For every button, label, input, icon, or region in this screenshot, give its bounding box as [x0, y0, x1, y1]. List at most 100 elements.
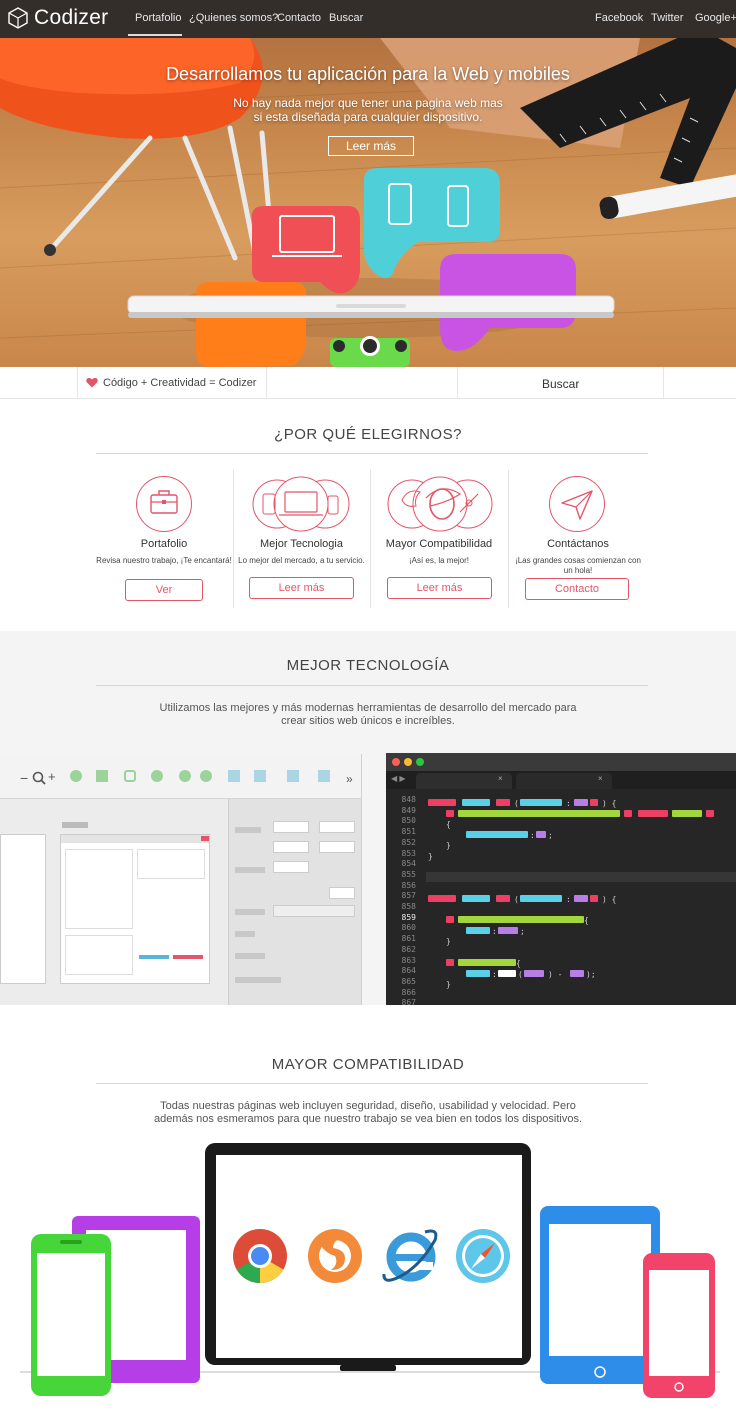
svg-text::: : [566, 799, 571, 808]
bar-search-link[interactable]: Buscar [542, 377, 579, 391]
svg-text:) {: ) { [602, 895, 616, 904]
line-number: 851 [401, 827, 416, 837]
line-number: 853 [401, 848, 416, 858]
line-number: 859 [401, 912, 416, 922]
bar-separator [663, 367, 664, 399]
svg-text:{: { [584, 916, 589, 925]
zoom-icon[interactable] [32, 771, 46, 785]
tool-icon[interactable] [151, 770, 163, 782]
tech-section-title: MEJOR TECNOLOGÍA [286, 657, 450, 674]
bar-separator [457, 367, 458, 399]
design-toolbar: − + » [0, 754, 361, 799]
line-number: 866 [401, 987, 416, 997]
line-number: 849 [401, 805, 416, 815]
line-number: 850 [401, 816, 416, 826]
editor-tab[interactable]: × [516, 773, 612, 789]
divider [96, 1083, 648, 1084]
line-number: 860 [401, 923, 416, 933]
minimize-window-icon[interactable] [404, 758, 412, 766]
feature-contacto-button[interactable]: Contacto [525, 578, 629, 600]
line-number: 867 [401, 998, 416, 1005]
line-number: 856 [401, 880, 416, 890]
safari-icon [456, 1229, 510, 1283]
compat-description: Todas nuestras páginas web incluyen segu… [153, 1100, 583, 1125]
feature-text: ¡Así es, la mejor! [408, 556, 469, 565]
feature-title: Contáctanos [547, 538, 609, 550]
tool-icon[interactable] [200, 770, 212, 782]
svg-text:) -: ) - [548, 970, 562, 979]
feature-card-compatibilidad: Mayor Compatibilidad ¡Así es, la mejor! … [370, 470, 508, 608]
hero-slider: Desarrollamos tu aplicación para la Web … [0, 38, 736, 367]
nav-link-quienes-somos[interactable]: ¿Quienes somos? [189, 12, 278, 24]
maximize-window-icon[interactable] [416, 758, 424, 766]
tech-description: Utilizamos las mejores y más modernas he… [159, 702, 577, 727]
nav-link-contacto[interactable]: Contacto [277, 12, 321, 24]
svg-text:;: ; [548, 831, 553, 840]
tool-icon[interactable] [179, 770, 191, 782]
svg-text::: : [530, 831, 535, 840]
svg-text:(: ( [514, 895, 519, 904]
feature-card-portafolio: Portafolio Revisa nuestro trabajo, ¡Te e… [95, 470, 233, 608]
tool-icon[interactable] [228, 770, 240, 782]
nav-link-facebook[interactable]: Facebook [595, 12, 643, 24]
hero-subtitle: No hay nada mejor que tener una pagina w… [233, 96, 503, 124]
divider [96, 453, 648, 454]
slider-dot-3[interactable] [393, 338, 409, 354]
nav-link-google-plus[interactable]: Google+ [695, 12, 736, 24]
slider-dot-2-active[interactable] [360, 336, 380, 356]
slider-dot-1[interactable] [331, 338, 347, 354]
svg-text:{: { [446, 820, 451, 829]
feature-title: Mejor Tecnologia [260, 538, 343, 550]
hero-title: Desarrollamos tu aplicación para la Web … [166, 64, 570, 84]
inspector-panel [228, 799, 361, 1005]
tool-icon[interactable] [96, 770, 108, 782]
feature-ver-button[interactable]: Ver [125, 579, 203, 601]
svg-text:}: } [428, 852, 433, 861]
internet-explorer-icon [382, 1229, 438, 1282]
tool-icon[interactable] [70, 770, 82, 782]
feature-leer-mas-button[interactable]: Leer más [387, 577, 492, 599]
svg-text:}: } [446, 937, 451, 946]
svg-text:(: ( [518, 970, 523, 979]
tagline-bar: Código + Creatividad = Codizer Buscar [0, 367, 736, 399]
browsers-icon [387, 476, 493, 532]
line-number: 864 [401, 966, 416, 976]
hero-read-more-button[interactable]: Leer más [328, 136, 414, 156]
artboard[interactable] [60, 834, 210, 984]
cube-logo-icon [8, 7, 28, 29]
page: Codizer Portafolio ¿Quienes somos? Conta… [0, 0, 736, 1418]
devices-illustration [20, 1143, 720, 1398]
tool-icon[interactable] [254, 770, 266, 782]
feature-title: Portafolio [140, 538, 188, 550]
nav-link-twitter[interactable]: Twitter [651, 12, 683, 24]
tech-section: MEJOR TECNOLOGÍA Utilizamos las mejores … [0, 631, 736, 1005]
nav-link-portafolio[interactable]: Portafolio [135, 12, 181, 24]
feature-text: Revisa nuestro trabajo, ¡Te encantará! [96, 556, 232, 565]
close-window-icon[interactable] [392, 758, 400, 766]
tagline-text: Código + Creatividad = Codizer [103, 377, 257, 389]
why-section-title: ¿POR QUÉ ELEGIRNOS? [274, 426, 462, 443]
feature-leer-mas-button[interactable]: Leer más [249, 577, 354, 599]
svg-text:;: ; [520, 927, 525, 936]
hero-background-illustration [0, 38, 736, 367]
logo[interactable]: Codizer [6, 6, 108, 30]
nav-link-buscar[interactable]: Buscar [329, 12, 363, 24]
design-tool-window: − + » [0, 754, 362, 1005]
tool-icon[interactable] [318, 770, 330, 782]
divider [96, 685, 648, 686]
feature-text: ¡Las grandes cosas comienzan con un hola… [515, 556, 641, 575]
firefox-icon [308, 1229, 362, 1283]
artboard[interactable] [0, 834, 46, 984]
feature-card-tecnologia: Mejor Tecnologia Lo mejor del mercado, a… [233, 470, 370, 608]
editor-tab-bar: ◀ ▶ × × [386, 771, 736, 789]
briefcase-icon [150, 490, 178, 514]
feature-icon-circle [136, 476, 192, 532]
tool-icon[interactable] [124, 770, 136, 782]
artboard-label [62, 822, 88, 828]
svg-text:) {: ) { [602, 799, 616, 808]
editor-tab[interactable]: × [416, 773, 512, 789]
code-lines: (:) { { :; } } (:) { { :; } { : () -); } [426, 799, 736, 989]
devices-icon [252, 476, 350, 532]
logo-text: Codizer [34, 6, 109, 29]
tool-icon[interactable] [287, 770, 299, 782]
